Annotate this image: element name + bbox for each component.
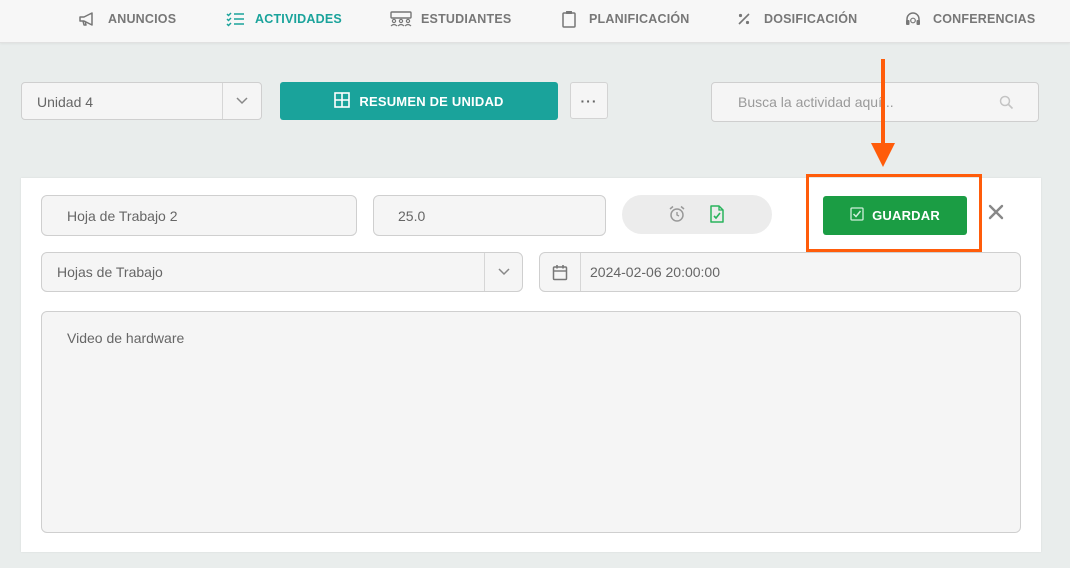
- checklist-icon: [224, 10, 246, 28]
- nav-label: ACTIVIDADES: [255, 12, 342, 26]
- save-button-label: GUARDAR: [872, 208, 940, 223]
- top-navigation: ANUNCIOS ACTIVIDADES ESTUDIANTES PLANIFI…: [0, 0, 1070, 43]
- chevron-down-icon[interactable]: [484, 253, 522, 291]
- nav-label: DOSIFICACIÓN: [764, 12, 858, 26]
- calendar-icon[interactable]: [540, 253, 581, 291]
- activity-type-value: Hojas de Trabajo: [57, 264, 163, 280]
- activity-description-value: Video de hardware: [67, 330, 185, 346]
- percent-icon: [733, 10, 755, 28]
- nav-label: ESTUDIANTES: [421, 12, 512, 26]
- nav-conferencias[interactable]: CONFERENCIAS: [902, 0, 1035, 38]
- students-icon: [390, 10, 412, 28]
- chevron-down-icon[interactable]: [222, 83, 261, 119]
- nav-label: ANUNCIOS: [108, 12, 177, 26]
- nav-dosificacion[interactable]: DOSIFICACIÓN: [733, 0, 857, 38]
- nav-planificacion[interactable]: PLANIFICACIÓN: [558, 0, 690, 38]
- activity-options-toggle: [622, 195, 772, 234]
- due-date-value: 2024-02-06 20:00:00: [590, 264, 720, 280]
- nav-anuncios[interactable]: ANUNCIOS: [77, 0, 176, 38]
- save-button[interactable]: GUARDAR: [823, 196, 967, 235]
- headset-icon: [902, 10, 924, 28]
- alarm-clock-icon[interactable]: [668, 205, 686, 228]
- nav-actividades[interactable]: ACTIVIDADES: [224, 0, 342, 38]
- clipboard-icon: [558, 10, 580, 28]
- activity-score-field[interactable]: 25.0: [373, 195, 606, 236]
- close-icon[interactable]: [987, 203, 1005, 221]
- megaphone-icon: [77, 10, 99, 28]
- grid-icon: [334, 91, 359, 111]
- unit-select[interactable]: Unidad 4: [21, 82, 262, 120]
- activity-edit-card: Hoja de Trabajo 2 25.0 GUARDAR Hojas de …: [21, 174, 1041, 552]
- nav-label: PLANIFICACIÓN: [589, 12, 690, 26]
- more-icon: ···: [580, 92, 598, 109]
- search-icon[interactable]: [999, 95, 1014, 115]
- activity-description-field[interactable]: Video de hardware: [41, 311, 1021, 533]
- nav-label: CONFERENCIAS: [933, 12, 1036, 26]
- activity-title-field[interactable]: Hoja de Trabajo 2: [41, 195, 357, 236]
- activity-type-select[interactable]: Hojas de Trabajo: [41, 252, 523, 292]
- activity-score-value: 25.0: [398, 208, 426, 224]
- unit-select-value: Unidad 4: [37, 94, 94, 110]
- due-date-field[interactable]: 2024-02-06 20:00:00: [539, 252, 1021, 292]
- search-input[interactable]: [712, 83, 992, 121]
- annotation-arrow: [871, 59, 895, 167]
- file-check-icon[interactable]: [709, 205, 725, 228]
- unit-summary-button[interactable]: RESUMEN DE UNIDAD: [280, 82, 558, 120]
- unit-summary-label: RESUMEN DE UNIDAD: [359, 93, 504, 109]
- more-options-button[interactable]: ···: [570, 82, 608, 119]
- nav-estudiantes[interactable]: ESTUDIANTES: [390, 0, 511, 38]
- activity-title-value: Hoja de Trabajo 2: [67, 208, 178, 224]
- checkbox-icon: [850, 207, 872, 224]
